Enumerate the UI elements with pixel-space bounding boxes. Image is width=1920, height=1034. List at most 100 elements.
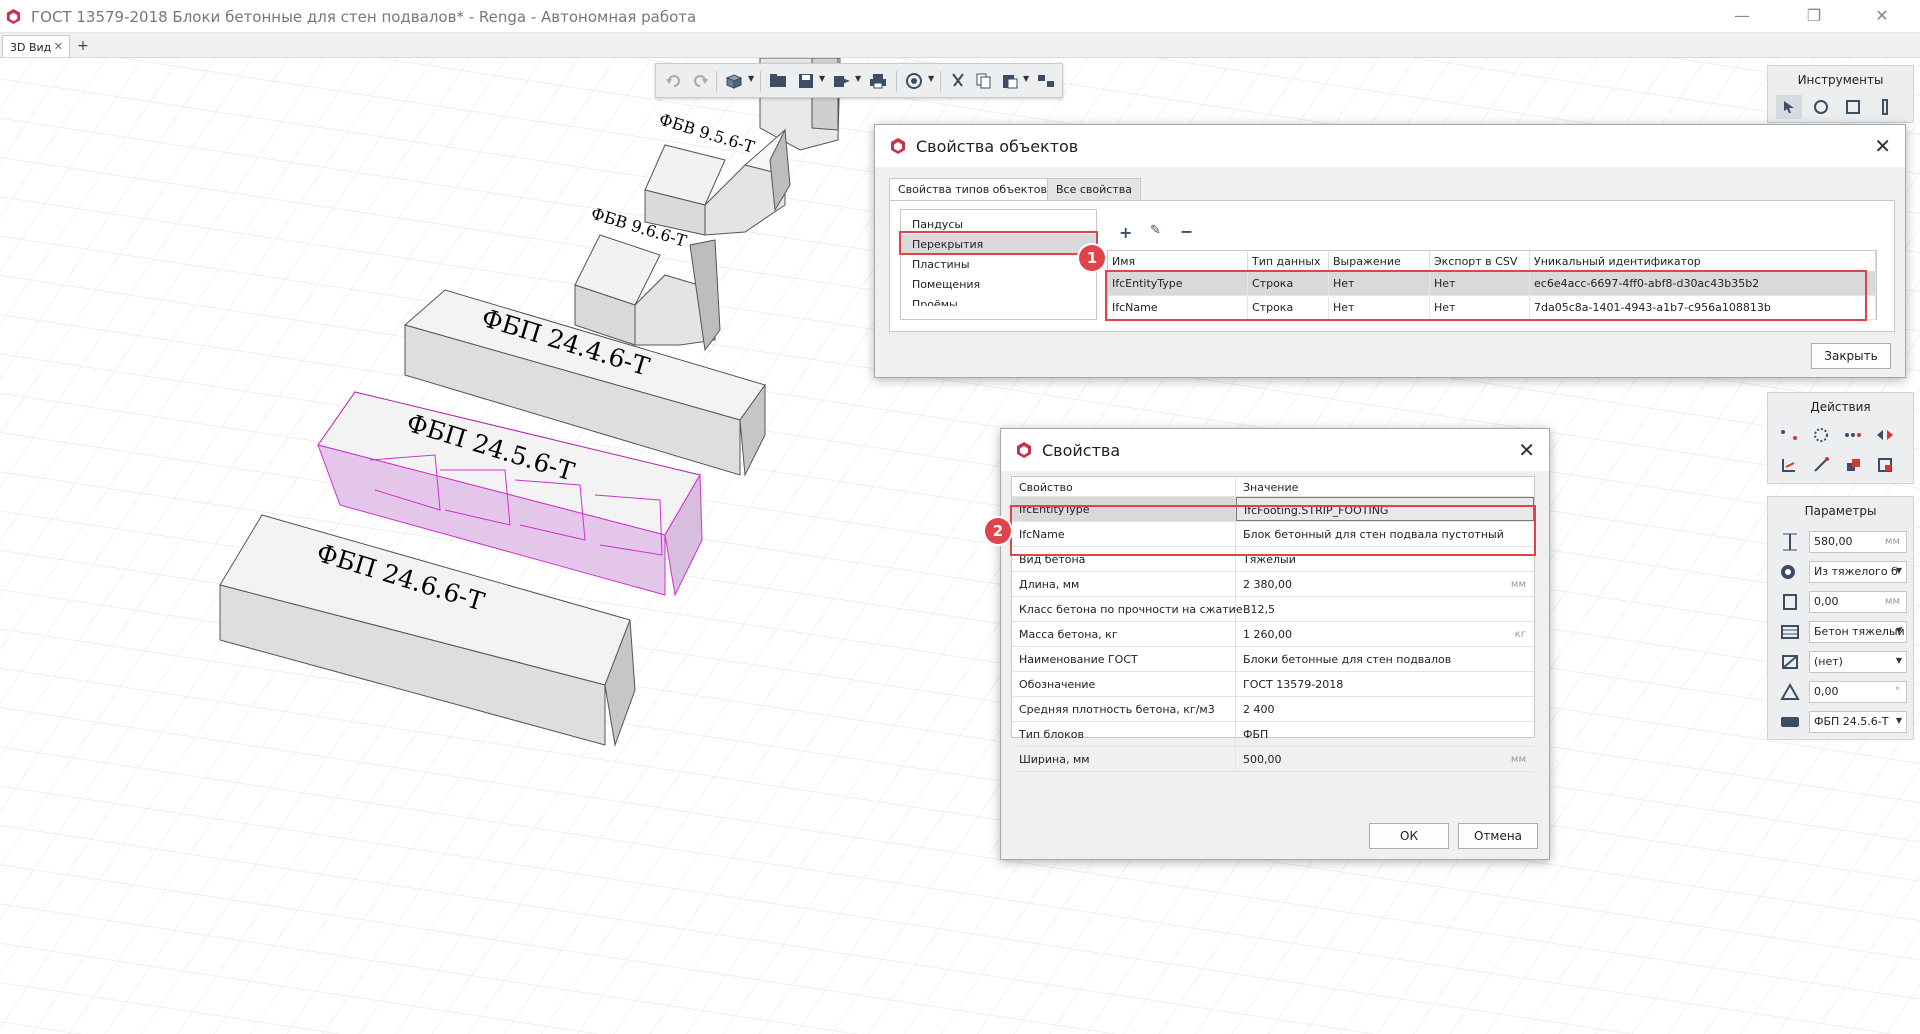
table-row[interactable]: Тип блоков ФБП xyxy=(1012,722,1534,747)
property-key: Ширина, мм xyxy=(1012,747,1236,771)
cut-icon[interactable] xyxy=(946,70,970,92)
property-value-text: 2 400 xyxy=(1243,703,1275,716)
cancel-button[interactable]: Отмена xyxy=(1458,823,1538,849)
chevron-down-icon[interactable]: ▼ xyxy=(1023,74,1029,83)
tab-3d-view[interactable]: 3D Вид ✕ xyxy=(2,35,70,57)
property-value[interactable]: 2 380,00 мм xyxy=(1236,572,1534,596)
array-icon[interactable] xyxy=(1840,423,1866,447)
table-row[interactable]: Масса бетона, кг 1 260,00 кг xyxy=(1012,622,1534,647)
property-value-text: ГОСТ 13579-2018 xyxy=(1243,678,1344,691)
print-icon[interactable] xyxy=(866,70,890,92)
property-value[interactable]: B12,5 xyxy=(1236,597,1534,621)
move-icon[interactable] xyxy=(1776,423,1802,447)
export-icon[interactable] xyxy=(830,70,854,92)
object-type-list[interactable]: Пандусы Перекрытия Пластины Помещения Пр… xyxy=(900,209,1097,320)
height-input[interactable]: 580,00 мм xyxy=(1809,531,1907,553)
chevron-down-icon[interactable]: ▼ xyxy=(819,74,825,83)
column-icon[interactable] xyxy=(1872,95,1898,119)
restore-button[interactable]: ❐ xyxy=(1800,5,1828,27)
block-fbv-9-6-6[interactable] xyxy=(574,234,721,352)
copy-paste-icon[interactable] xyxy=(1840,453,1866,477)
param-angle: 0,00 ° xyxy=(1780,681,1908,703)
copy-icon[interactable] xyxy=(972,70,996,92)
object-properties-dialog: Свойства объектов ✕ Свойства типов объек… xyxy=(874,124,1906,378)
param-material: Из тяжелого б ▼ xyxy=(1780,561,1908,583)
tab-all-properties[interactable]: Все свойства xyxy=(1047,178,1141,200)
renga-logo-icon xyxy=(6,8,21,25)
col-header-uid[interactable]: Уникальный идентификатор xyxy=(1530,251,1876,272)
add-tab-button[interactable]: + xyxy=(74,36,92,56)
chevron-down-icon[interactable]: ▼ xyxy=(928,74,934,83)
list-item[interactable]: Проёмы xyxy=(912,298,958,306)
col-header-type[interactable]: Тип данных xyxy=(1248,251,1329,272)
callout-badge: 1 xyxy=(1079,245,1105,271)
angle-input[interactable]: 0,00 ° xyxy=(1809,681,1907,703)
close-icon[interactable]: ✕ xyxy=(1518,438,1535,462)
save-icon[interactable] xyxy=(794,70,818,92)
table-row[interactable]: Средняя плотность бетона, кг/м3 2 400 xyxy=(1012,697,1534,722)
property-key: Наименование ГОСТ xyxy=(1012,647,1236,671)
select-cursor-icon[interactable] xyxy=(1776,95,1802,119)
align-icon[interactable] xyxy=(1034,70,1058,92)
remove-property-icon[interactable]: − xyxy=(1180,222,1193,241)
wall-icon[interactable] xyxy=(1840,95,1866,119)
dialog-title: Свойства объектов xyxy=(916,137,1079,156)
table-row[interactable]: Обозначение ГОСТ 13579-2018 xyxy=(1012,672,1534,697)
tab-type-properties[interactable]: Свойства типов объектов xyxy=(889,178,1056,200)
ok-button[interactable]: ОК xyxy=(1369,823,1449,849)
close-icon[interactable]: ✕ xyxy=(1874,134,1891,158)
scale-icon[interactable] xyxy=(1872,453,1898,477)
chevron-down-icon[interactable]: ▼ xyxy=(855,74,861,83)
minimize-button[interactable]: — xyxy=(1728,5,1756,27)
paste-icon[interactable] xyxy=(998,70,1022,92)
undo-icon[interactable] xyxy=(662,70,686,92)
orbit-icon[interactable] xyxy=(902,70,926,92)
mirror-icon[interactable] xyxy=(1872,423,1898,447)
table-row[interactable]: Ширина, мм 500,00 мм xyxy=(1012,747,1534,772)
add-property-icon[interactable]: + xyxy=(1119,223,1132,242)
snap-icon[interactable] xyxy=(1808,95,1834,119)
dialog-titlebar: Свойства объектов ✕ xyxy=(875,125,1905,167)
table-row[interactable]: Длина, мм 2 380,00 мм xyxy=(1012,572,1534,597)
property-key: Обозначение xyxy=(1012,672,1236,696)
offset-input[interactable]: 0,00 мм xyxy=(1809,591,1907,613)
table-row[interactable]: Класс бетона по прочности на сжатие B12,5 xyxy=(1012,597,1534,622)
property-value[interactable]: 500,00 мм xyxy=(1236,747,1534,771)
close-dialog-button[interactable]: Закрыть xyxy=(1811,343,1891,369)
col-header-name[interactable]: Имя xyxy=(1108,251,1248,272)
property-value[interactable]: 2 400 xyxy=(1236,697,1534,721)
actions-panel-title: Действия xyxy=(1810,400,1871,414)
title-bar: ГОСТ 13579-2018 Блоки бетонные для стен … xyxy=(0,0,1920,33)
table-row[interactable]: Наименование ГОСТ Блоки бетонные для стен… xyxy=(1012,647,1534,672)
list-item[interactable]: Пандусы xyxy=(912,218,963,231)
property-value[interactable]: ГОСТ 13579-2018 xyxy=(1236,672,1534,696)
style-select[interactable]: ФБП 24.5.6-Т ▼ xyxy=(1809,711,1907,733)
redo-icon[interactable] xyxy=(688,70,712,92)
chevron-down-icon[interactable]: ▼ xyxy=(748,74,754,83)
highlight-box xyxy=(899,231,1098,255)
close-window-button[interactable]: ✕ xyxy=(1868,5,1896,27)
edit-property-icon[interactable]: ✎ xyxy=(1150,223,1161,238)
property-value[interactable]: 1 260,00 кг xyxy=(1236,622,1534,646)
param-reinforcement: (нет) ▼ xyxy=(1780,651,1908,673)
main-toolbar: ▼ ▼ ▼ ▼ ▼ xyxy=(655,63,1063,98)
property-value-text: 500,00 xyxy=(1243,753,1282,766)
3d-view-icon[interactable] xyxy=(722,70,746,92)
offset-icon xyxy=(1783,594,1797,610)
close-tab-icon[interactable]: ✕ xyxy=(54,40,63,53)
property-value[interactable]: ФБП xyxy=(1236,722,1534,746)
trim-icon[interactable] xyxy=(1776,453,1802,477)
col-header-export[interactable]: Экспорт в CSV xyxy=(1430,251,1530,272)
extend-icon[interactable] xyxy=(1808,453,1834,477)
rotate-icon[interactable] xyxy=(1808,423,1834,447)
open-folder-icon[interactable] xyxy=(766,70,790,92)
list-item[interactable]: Помещения xyxy=(912,278,980,291)
property-key: Масса бетона, кг xyxy=(1012,622,1236,646)
property-value[interactable]: Блоки бетонные для стен подвалов xyxy=(1236,647,1534,671)
list-item[interactable]: Пластины xyxy=(912,258,970,271)
material-select[interactable]: Из тяжелого б ▼ xyxy=(1809,561,1907,583)
col-header-expression[interactable]: Выражение xyxy=(1329,251,1430,272)
col-header-property: Свойство xyxy=(1012,477,1236,496)
hatch-select[interactable]: Бетон тяжелый ▼ xyxy=(1809,621,1907,643)
reinforcement-select[interactable]: (нет) ▼ xyxy=(1809,651,1907,673)
